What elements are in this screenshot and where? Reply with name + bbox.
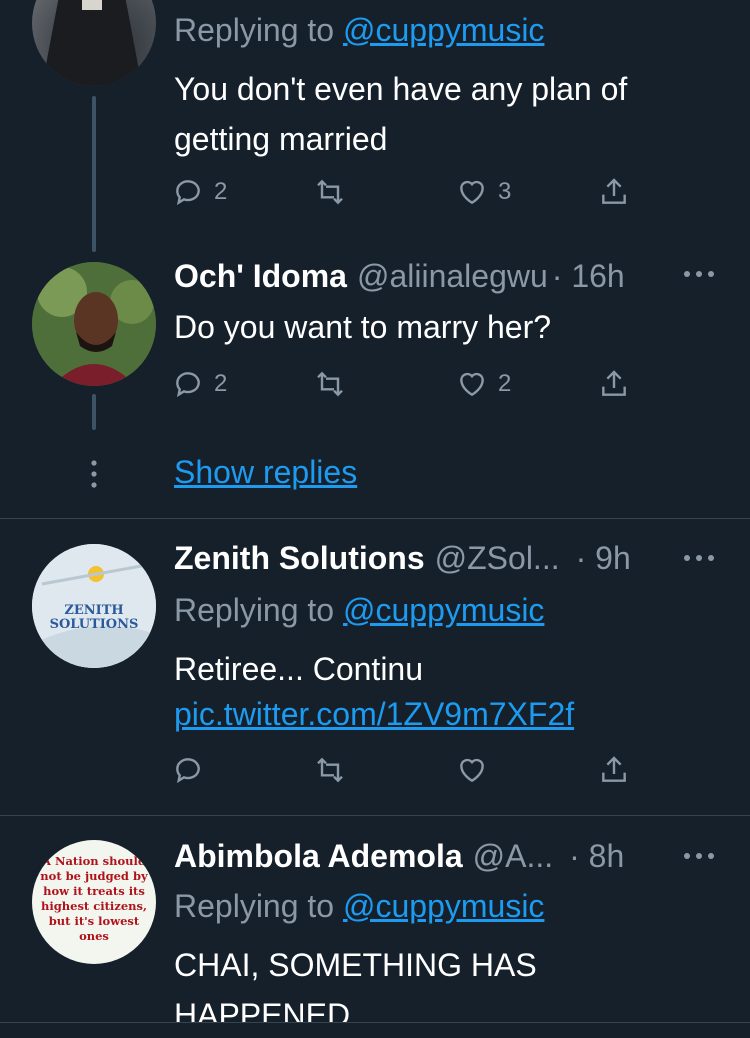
retweet-icon <box>317 371 343 397</box>
share-icon <box>602 756 626 782</box>
reply-button[interactable]: 2 <box>172 176 227 208</box>
retweet-button[interactable] <box>314 754 346 786</box>
divider <box>0 518 750 519</box>
retweet-button[interactable] <box>314 368 346 400</box>
like-count: 2 <box>498 370 512 397</box>
user-handle[interactable]: @ZSol... <box>435 540 560 577</box>
retweet-icon <box>317 179 343 205</box>
avatar[interactable]: A Nation should not be judged by how it … <box>32 840 156 964</box>
reply-icon <box>176 180 200 206</box>
share-button[interactable] <box>598 176 630 208</box>
like-icon <box>460 180 484 205</box>
more-options-button[interactable] <box>682 262 716 291</box>
share-icon <box>602 178 626 204</box>
tweet-text: CHAI, SOMETHING HAS HAPPENED <box>174 947 537 1022</box>
reply-icon <box>176 372 200 398</box>
mention-link[interactable]: @cuppymusic <box>343 888 544 924</box>
reply-count: 2 <box>214 370 228 397</box>
media-link[interactable]: pic.twitter.com/1ZV9m7XF2f <box>174 696 574 733</box>
user-handle[interactable]: @aliinalegwu <box>357 258 548 295</box>
share-icon <box>602 370 626 396</box>
tweet-header: Zenith Solutions @ZSol... · 9h <box>174 540 631 577</box>
like-button[interactable] <box>456 754 488 786</box>
replying-to: Replying to @cuppymusic <box>174 12 545 48</box>
thread-line <box>92 394 96 430</box>
display-name[interactable]: Och' Idoma <box>174 258 347 295</box>
avatar[interactable]: ZENITH SOLUTIONS <box>32 544 156 668</box>
user-handle[interactable]: @A... <box>473 838 554 875</box>
avatar[interactable] <box>32 0 156 86</box>
tweet-text: Retiree... Continu <box>174 651 424 687</box>
thread-line <box>92 96 96 252</box>
timestamp[interactable]: · 16h <box>552 258 625 295</box>
reply-icon <box>176 758 200 784</box>
bottom-bar-divider <box>0 1022 750 1023</box>
timestamp[interactable]: · 8h <box>569 838 624 875</box>
avatar-text: ZENITH SOLUTIONS <box>49 603 139 632</box>
show-replies-link[interactable]: Show replies <box>174 454 357 491</box>
more-options-button[interactable] <box>682 844 716 873</box>
retweet-button[interactable] <box>314 176 346 208</box>
more-icon <box>684 555 714 561</box>
mention-link[interactable]: @cuppymusic <box>343 592 544 628</box>
like-icon <box>460 758 484 783</box>
mention-link[interactable]: @cuppymusic <box>343 12 544 48</box>
reply-button[interactable]: 2 <box>172 368 227 400</box>
share-button[interactable] <box>598 368 630 400</box>
more-icon <box>684 853 714 859</box>
tweet-header: Abimbola Ademola @A... · 8h <box>174 838 624 875</box>
vertical-dots-icon <box>91 460 97 488</box>
divider <box>0 815 750 816</box>
more-icon <box>684 271 714 277</box>
display-name[interactable]: Abimbola Ademola <box>174 838 463 875</box>
like-button[interactable]: 3 <box>456 176 511 208</box>
reply-count: 2 <box>214 178 228 205</box>
display-name[interactable]: Zenith Solutions <box>174 540 425 577</box>
reply-button[interactable] <box>172 754 204 786</box>
timestamp[interactable]: · 9h <box>576 540 631 577</box>
share-button[interactable] <box>598 754 630 786</box>
more-options-button[interactable] <box>682 546 716 575</box>
retweet-icon <box>317 757 343 783</box>
replying-to: Replying to @cuppymusic <box>174 592 545 628</box>
like-icon <box>460 372 484 397</box>
like-count: 3 <box>498 178 512 205</box>
tweet-header: Och' Idoma @aliinalegwu · 16h <box>174 258 625 295</box>
tweet-text: You don't even have any plan of getting … <box>174 71 628 157</box>
tweet-text: Do you want to marry her? <box>174 309 552 345</box>
avatar-text: A Nation should not be judged by how it … <box>40 854 148 943</box>
like-button[interactable]: 2 <box>456 368 511 400</box>
avatar[interactable] <box>32 262 156 386</box>
replying-to: Replying to @cuppymusic <box>174 888 545 924</box>
